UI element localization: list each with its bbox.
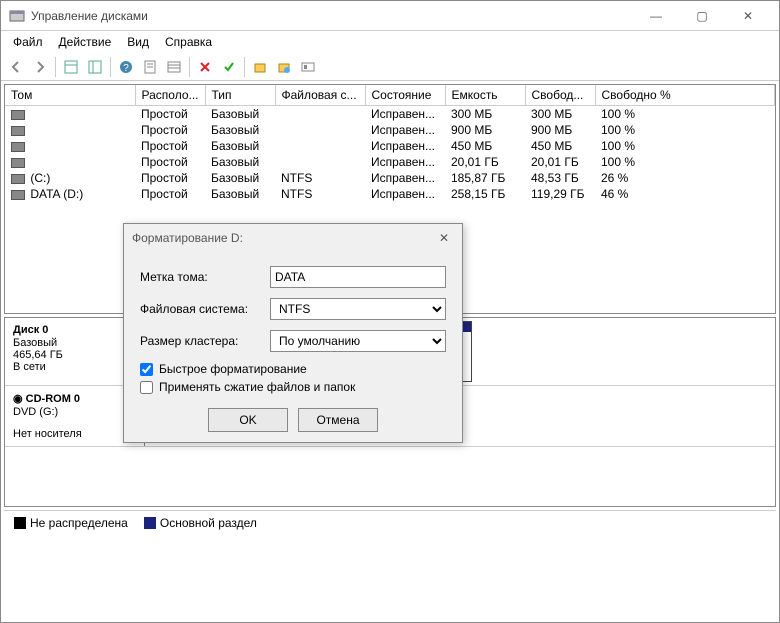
legend-unallocated: Не распределена <box>30 516 128 530</box>
table-row[interactable]: ПростойБазовыйИсправен...20,01 ГБ20,01 Г… <box>5 154 775 170</box>
svg-text:?: ? <box>123 63 129 74</box>
select-cluster[interactable]: По умолчанию <box>270 330 446 352</box>
properties-icon[interactable] <box>139 56 161 78</box>
dialog-close-button[interactable]: ✕ <box>434 231 454 245</box>
col-capacity[interactable]: Емкость <box>445 85 525 106</box>
col-free[interactable]: Свобод... <box>525 85 595 106</box>
column-headers[interactable]: Том Располо... Тип Файловая с... Состоян… <box>5 85 775 106</box>
table-row[interactable]: ПростойБазовыйИсправен...300 МБ300 МБ100… <box>5 106 775 123</box>
menu-view[interactable]: Вид <box>119 33 157 51</box>
format-dialog: Форматирование D: ✕ Метка тома: Файловая… <box>123 223 463 443</box>
ok-button[interactable]: OK <box>208 408 288 432</box>
label-cluster: Размер кластера: <box>140 334 270 348</box>
label-volume: Метка тома: <box>140 270 270 284</box>
window-titlebar: Управление дисками — ▢ ✕ <box>1 1 779 31</box>
action-icon-2[interactable] <box>273 56 295 78</box>
col-type[interactable]: Тип <box>205 85 275 106</box>
view-icon-1[interactable] <box>60 56 82 78</box>
checkbox-compress[interactable] <box>140 381 153 394</box>
label-compress: Применять сжатие файлов и папок <box>159 380 355 394</box>
list-icon[interactable] <box>163 56 185 78</box>
minimize-button[interactable]: — <box>633 1 679 31</box>
menu-file[interactable]: Файл <box>5 33 51 51</box>
col-layout[interactable]: Располо... <box>135 85 205 106</box>
label-filesystem: Файловая система: <box>140 302 270 316</box>
action-icon-3[interactable] <box>297 56 319 78</box>
window-title: Управление дисками <box>31 9 633 23</box>
table-row[interactable]: DATA (D:)ПростойБазовыйNTFSИсправен...25… <box>5 186 775 202</box>
app-icon <box>9 8 25 24</box>
view-icon-2[interactable] <box>84 56 106 78</box>
label-quick-format: Быстрое форматирование <box>159 362 307 376</box>
back-button[interactable] <box>5 56 27 78</box>
action-icon-1[interactable] <box>249 56 271 78</box>
menubar: Файл Действие Вид Справка <box>1 31 779 53</box>
maximize-button[interactable]: ▢ <box>679 1 725 31</box>
menu-action[interactable]: Действие <box>51 33 120 51</box>
delete-icon[interactable] <box>194 56 216 78</box>
check-icon[interactable] <box>218 56 240 78</box>
help-icon[interactable]: ? <box>115 56 137 78</box>
forward-button[interactable] <box>29 56 51 78</box>
input-volume-label[interactable] <box>270 266 446 288</box>
cancel-button[interactable]: Отмена <box>298 408 378 432</box>
table-row[interactable]: ПростойБазовыйИсправен...450 МБ450 МБ100… <box>5 138 775 154</box>
col-status[interactable]: Состояние <box>365 85 445 106</box>
checkbox-quick-format[interactable] <box>140 363 153 376</box>
table-row[interactable]: (C:)ПростойБазовыйNTFSИсправен...185,87 … <box>5 170 775 186</box>
col-pct[interactable]: Свободно % <box>595 85 775 106</box>
legend-primary: Основной раздел <box>160 516 257 530</box>
close-button[interactable]: ✕ <box>725 1 771 31</box>
col-fs[interactable]: Файловая с... <box>275 85 365 106</box>
select-filesystem[interactable]: NTFS <box>270 298 446 320</box>
table-row[interactable]: ПростойБазовыйИсправен...900 МБ900 МБ100… <box>5 122 775 138</box>
legend: Не распределена Основной раздел <box>4 510 776 534</box>
col-volume[interactable]: Том <box>5 85 135 106</box>
menu-help[interactable]: Справка <box>157 33 220 51</box>
dialog-title: Форматирование D: <box>132 231 243 245</box>
toolbar: ? <box>1 53 779 81</box>
